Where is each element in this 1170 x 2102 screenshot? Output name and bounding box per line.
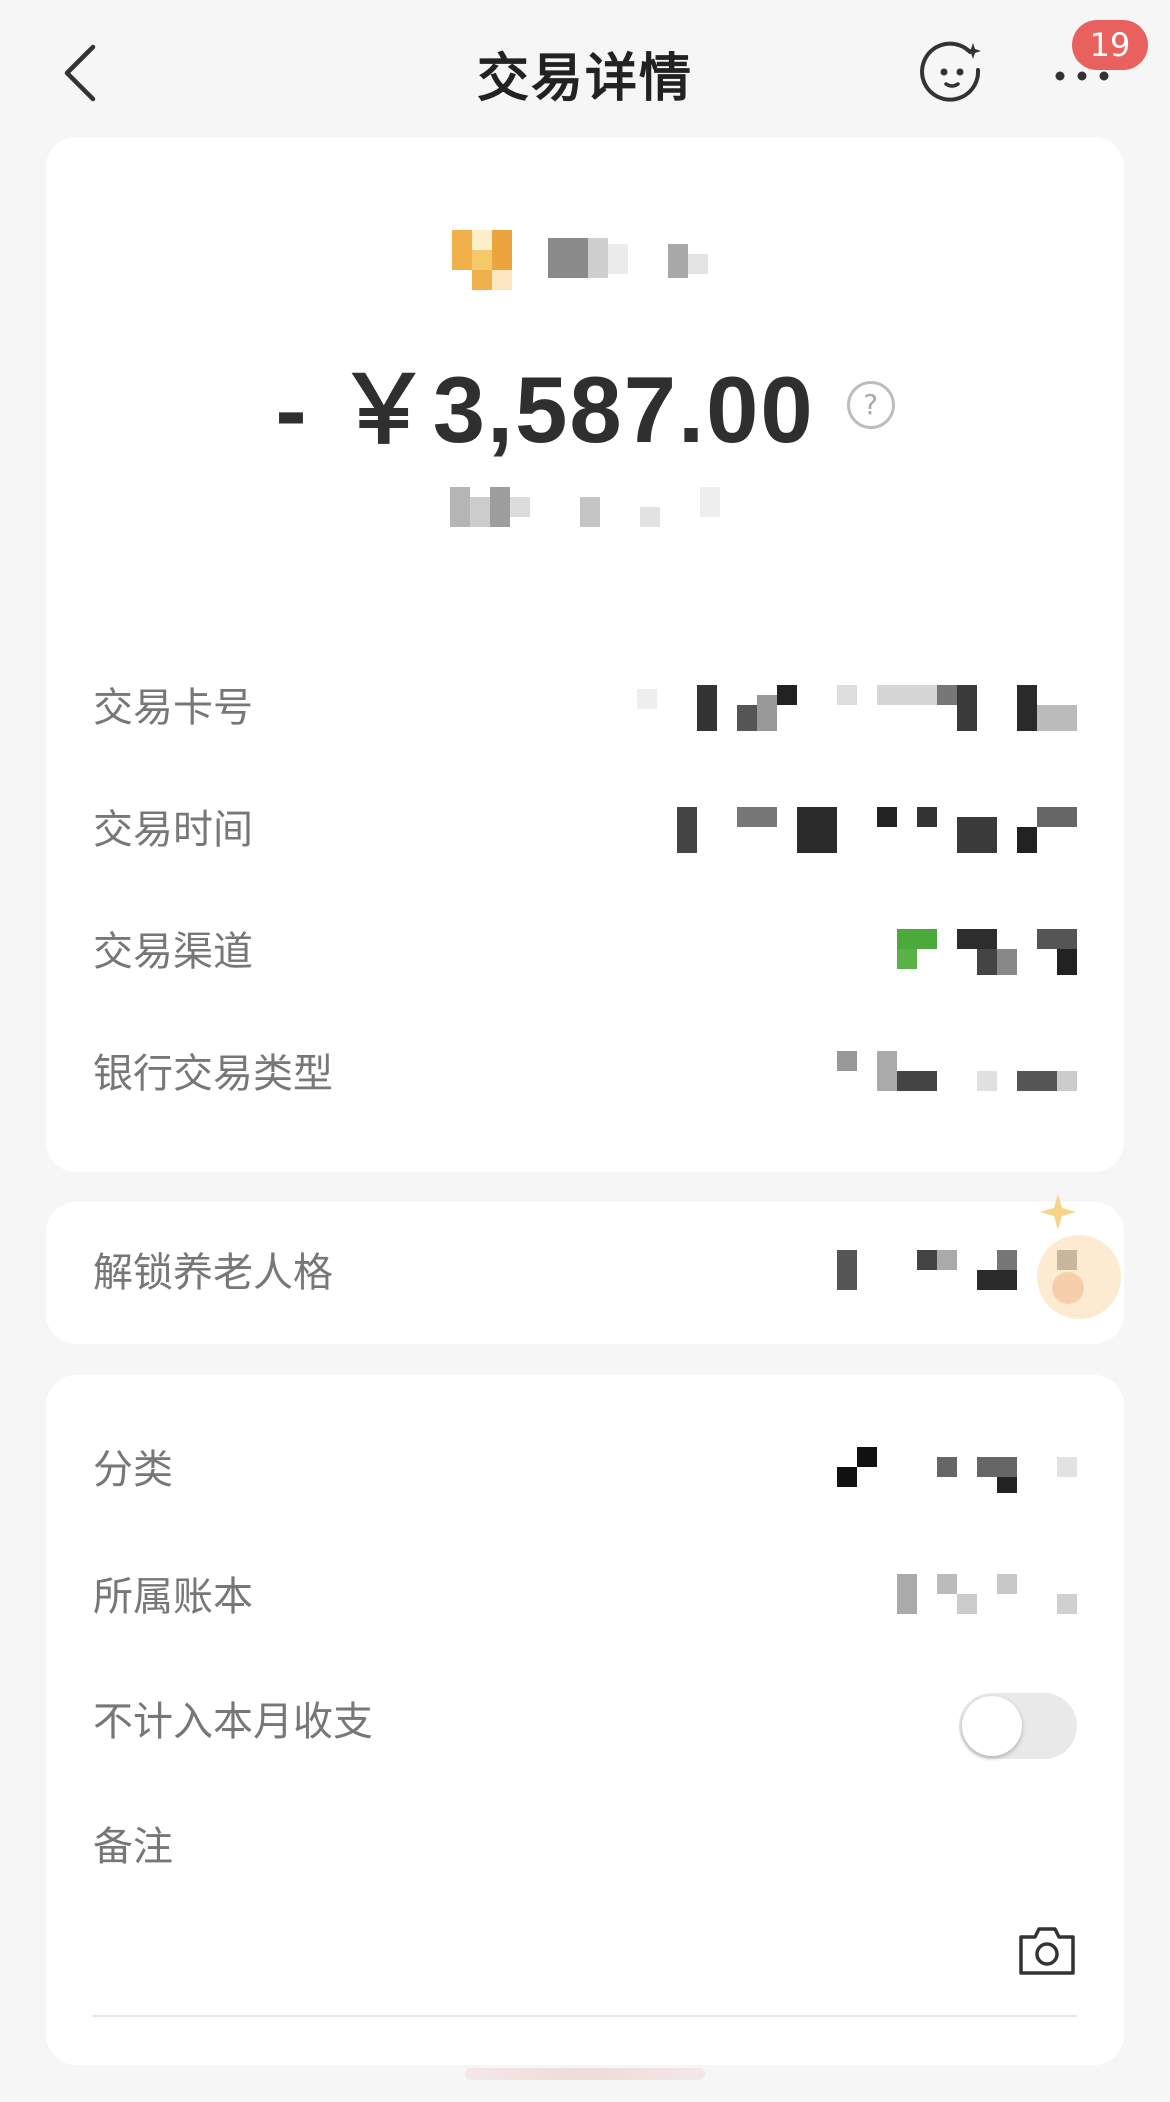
pension-label: 解锁养老人格	[93, 1250, 333, 1296]
notification-badge: 19	[1072, 20, 1148, 70]
amount-row: - ￥3,587.00 ?	[46, 337, 1124, 467]
bookkeeping-card: 分类 所属账本 不计入本月收支 备注	[46, 1375, 1124, 2065]
ledger-row[interactable]: 所属账本	[93, 1562, 1077, 1632]
note-divider	[93, 2015, 1077, 2017]
detail-label: 交易时间	[93, 807, 253, 853]
exclude-from-month-row: 不计入本月收支	[93, 1687, 1077, 1759]
merchant-name-redacted	[548, 238, 718, 282]
note-label: 备注	[93, 1824, 173, 1870]
camera-button[interactable]	[1017, 1925, 1077, 1977]
transaction-summary-card: - ￥3,587.00 ? 交易卡号 交易时间 交易渠道 银行交易类型	[46, 137, 1124, 1172]
transaction-time-redacted	[677, 807, 1077, 853]
detail-label: 银行交易类型	[93, 1051, 333, 1097]
detail-label: 交易卡号	[93, 685, 253, 731]
camera-icon	[1019, 1927, 1075, 1975]
detail-label: 交易渠道	[93, 929, 253, 975]
detail-row-channel: 交易渠道	[93, 917, 1077, 987]
question-circle-icon[interactable]: ?	[846, 381, 895, 429]
note-row: 备注	[93, 1812, 1077, 1882]
pension-personality-card[interactable]: 解锁养老人格	[46, 1194, 1124, 1344]
detail-row-bank-type: 银行交易类型	[93, 1039, 1077, 1109]
sparkle-decoration-icon	[1037, 1194, 1121, 1319]
exclude-toggle[interactable]	[959, 1693, 1077, 1759]
pension-row[interactable]: 解锁养老人格	[93, 1238, 1077, 1308]
note-input[interactable]	[93, 1925, 353, 1965]
transaction-channel-redacted	[897, 929, 1077, 975]
page-title: 交易详情	[476, 49, 693, 109]
detail-row-card-number: 交易卡号	[93, 673, 1077, 743]
merchant-info	[46, 227, 1124, 293]
home-indicator	[465, 2068, 705, 2080]
detail-row-time: 交易时间	[93, 795, 1077, 865]
transaction-amount: - ￥3,587.00	[275, 357, 815, 462]
toggle-knob	[962, 1696, 1022, 1756]
ledger-label: 所属账本	[93, 1574, 253, 1620]
category-label: 分类	[93, 1447, 173, 1493]
card-number-redacted	[637, 685, 1077, 731]
exclude-label: 不计入本月收支	[93, 1699, 373, 1745]
category-value-redacted	[837, 1447, 1077, 1493]
ledger-value-redacted	[897, 1574, 1077, 1620]
smiley-face-icon	[920, 41, 981, 102]
category-row[interactable]: 分类	[93, 1435, 1077, 1505]
transaction-status-redacted	[450, 487, 750, 537]
smiley-face-button[interactable]	[920, 40, 984, 104]
bank-transaction-type-redacted	[817, 1051, 1077, 1097]
merchant-logo-redacted	[452, 230, 512, 290]
navigation-bar: 交易详情 19	[0, 0, 1170, 140]
